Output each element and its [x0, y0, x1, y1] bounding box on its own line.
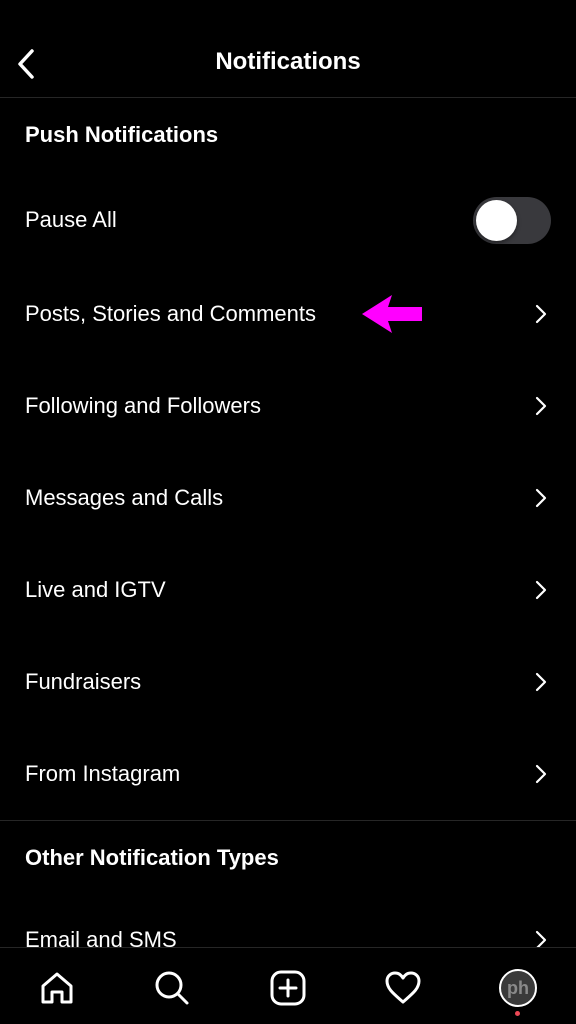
push-item-from-instagram[interactable]: From Instagram [0, 744, 576, 804]
push-item-label: Fundraisers [25, 669, 142, 694]
push-notifications-heading: Push Notifications [25, 122, 219, 147]
toggle-knob [476, 200, 517, 241]
other-notification-types-heading: Other Notification Types [25, 845, 279, 870]
push-item-posts-stories-comments[interactable]: Posts, Stories and Comments [0, 284, 576, 344]
pause-all-label: Pause All [25, 207, 117, 232]
section-divider [0, 820, 576, 821]
tab-profile[interactable]: ph [496, 966, 540, 1010]
push-item-label: Following and Followers [25, 393, 261, 418]
push-item-live-igtv[interactable]: Live and IGTV [0, 560, 576, 620]
chevron-right-icon [535, 580, 547, 600]
profile-avatar: ph [499, 969, 537, 1007]
header-bar: Notifications [0, 0, 576, 98]
tab-activity[interactable] [381, 966, 425, 1010]
chevron-right-icon [535, 304, 547, 324]
home-icon [41, 972, 73, 1004]
annotation-arrow-icon [362, 295, 422, 333]
push-item-label: Messages and Calls [25, 485, 224, 510]
tab-create[interactable] [266, 966, 310, 1010]
push-item-fundraisers[interactable]: Fundraisers [0, 652, 576, 712]
push-item-label: From Instagram [25, 761, 181, 786]
tab-search[interactable] [150, 966, 194, 1010]
push-item-following-followers[interactable]: Following and Followers [0, 376, 576, 436]
chevron-right-icon [535, 764, 547, 784]
push-item-label: Posts, Stories and Comments [25, 301, 317, 326]
push-item-messages-calls[interactable]: Messages and Calls [0, 468, 576, 528]
page-title: Notifications [215, 48, 361, 75]
chevron-right-icon [535, 396, 547, 416]
create-icon [270, 970, 306, 1006]
chevron-right-icon [535, 488, 547, 508]
bottom-tab-bar: ph [0, 947, 576, 1024]
search-icon [155, 971, 189, 1005]
pause-all-toggle[interactable] [473, 197, 551, 244]
heart-icon [385, 971, 421, 1004]
tab-home[interactable] [35, 966, 79, 1010]
push-item-label: Live and IGTV [25, 577, 166, 602]
chevron-right-icon [535, 672, 547, 692]
notification-dot [515, 1011, 520, 1016]
